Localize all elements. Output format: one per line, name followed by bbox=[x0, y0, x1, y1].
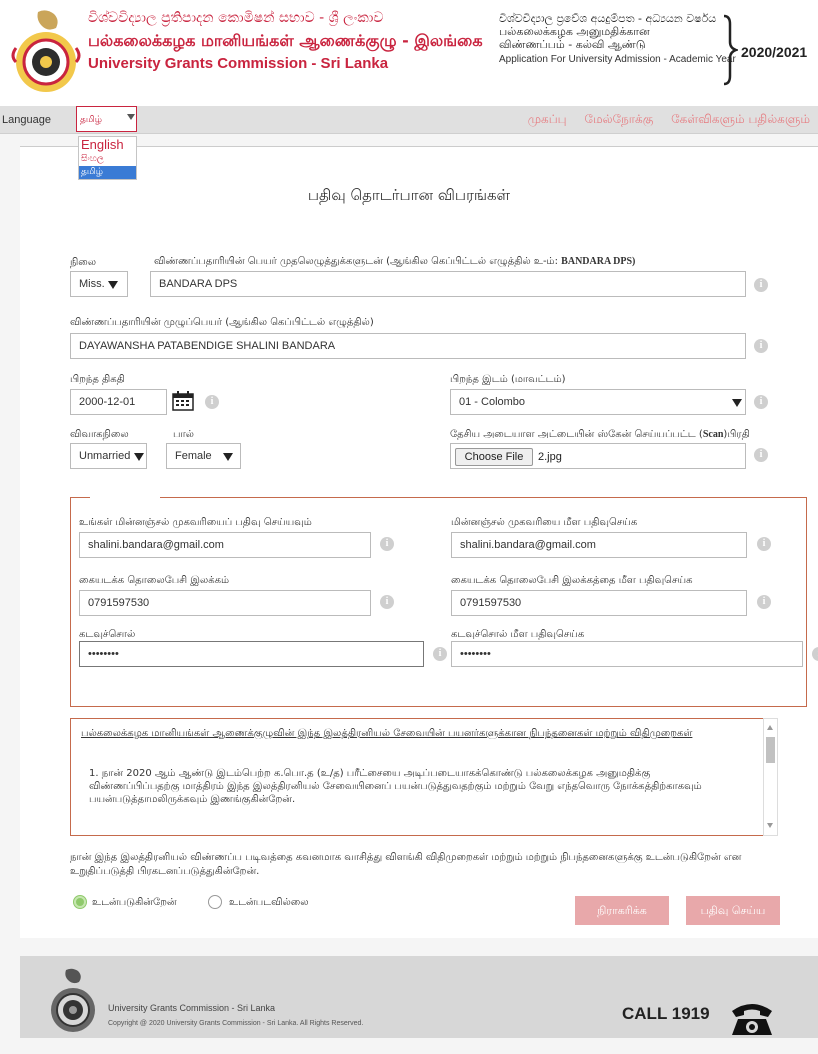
scroll-thumb[interactable] bbox=[766, 737, 775, 763]
language-label: Language bbox=[2, 114, 51, 126]
terms-scrollbar[interactable] bbox=[763, 718, 778, 836]
email-label: உங்கள் மின்னஞ்சல் முகவரியைப் பதிவு செய்ய… bbox=[79, 517, 312, 528]
application-title-sinhala: විශ්වවිද්‍යාල ප්‍රවේශ අයදුම්පත - අධ්‍යයන… bbox=[499, 12, 717, 25]
page-title: பதிவு தொடர்பான விபரங்கள் bbox=[307, 186, 511, 204]
dropdown-arrow-icon bbox=[108, 281, 118, 289]
header-title-sinhala: විශ්වවිද්‍යාල ප්‍රතිපාදන කොමිෂන් සභාව - … bbox=[88, 10, 384, 26]
language-option-sinhala[interactable]: සිංහල bbox=[79, 153, 136, 166]
info-icon[interactable]: i bbox=[757, 537, 771, 551]
mobile-input[interactable]: 0791597530 bbox=[79, 590, 371, 616]
info-icon[interactable]: i bbox=[754, 395, 768, 409]
info-icon[interactable]: i bbox=[205, 395, 219, 409]
info-icon[interactable]: i bbox=[754, 448, 768, 462]
application-title-block: විශ්වවිද්‍යාල ප්‍රවේශ අයදුම්පත - අධ්‍යයන… bbox=[499, 12, 736, 66]
brace-divider bbox=[723, 14, 738, 86]
choose-file-button[interactable]: Choose File bbox=[455, 448, 533, 466]
gender-select-value: Female bbox=[175, 450, 212, 462]
nic-scan-label: தேசிய அடையாள அட்டையின் ஸ்கேன் செய்யப்பட்… bbox=[450, 429, 750, 440]
dropdown-arrow-icon bbox=[223, 453, 233, 461]
dropdown-arrow-icon bbox=[732, 399, 742, 407]
chosen-file-name: 2.jpg bbox=[538, 451, 562, 463]
info-icon[interactable]: i bbox=[380, 595, 394, 609]
nav-link-home[interactable]: முகப்பு bbox=[528, 112, 567, 126]
calendar-icon[interactable] bbox=[172, 391, 194, 411]
dob-input[interactable]: 2000-12-01 bbox=[70, 389, 167, 415]
marital-select-value: Unmarried bbox=[79, 450, 131, 462]
application-title-tamil-1: பல்கலைக்கழக அனுமதிக்கான bbox=[499, 25, 650, 38]
fullname-input[interactable]: DAYAWANSHA PATABENDIGE SHALINI BANDARA bbox=[70, 333, 746, 359]
terms-heading: பல்கலைக்கழக மானியங்கள் ஆணைக்குழுவின் இந்… bbox=[81, 728, 693, 739]
name-initials-label: விண்ணப்பதாரியின் பெயர் முதலெழுத்துக்களுட… bbox=[154, 256, 636, 267]
terms-box[interactable]: பல்கலைக்கழக மானியங்கள் ஆணைக்குழுவின் இந்… bbox=[70, 718, 777, 836]
email-confirm-label: மின்னஞ்சல் முகவரியை மீள பதிவுசெய்க bbox=[451, 517, 638, 528]
dropdown-arrow-icon bbox=[134, 453, 144, 461]
info-icon[interactable]: i bbox=[433, 647, 447, 661]
header-title-tamil: பல்கலைக்கழக மானியங்கள் ஆணைக்குழு - இலங்க… bbox=[88, 31, 483, 50]
ugc-logo bbox=[51, 968, 95, 1032]
scroll-down-icon[interactable] bbox=[767, 823, 773, 828]
language-select[interactable]: தமிழ் bbox=[76, 106, 137, 132]
birthplace-label: பிறந்த இடம் (மாவட்டம்) bbox=[450, 374, 566, 385]
info-icon[interactable]: i bbox=[380, 537, 394, 551]
mobile-confirm-input[interactable]: 0791597530 bbox=[451, 590, 747, 616]
agree-label: உடன்படுகின்றேன் bbox=[92, 897, 177, 908]
footer-copyright: Copyright @ 2020 University Grants Commi… bbox=[108, 1020, 364, 1027]
academic-year: 2020/2021 bbox=[741, 44, 808, 60]
language-option-tamil[interactable]: தமிழ் bbox=[79, 166, 136, 179]
nav-links: முகப்பு மேல்நோக்கு கேள்விகளும் பதில்களும… bbox=[514, 112, 810, 128]
nav-link-overview[interactable]: மேல்நோக்கு bbox=[584, 112, 653, 126]
info-icon[interactable]: i bbox=[757, 595, 771, 609]
application-title-tamil-2: விண்ணப்பம் - கல்வி ஆண்டு bbox=[499, 38, 646, 51]
email-confirm-input[interactable]: shalini.bandara@gmail.com bbox=[451, 532, 747, 558]
ugc-logo bbox=[11, 10, 81, 92]
password-input[interactable]: •••••••• bbox=[79, 641, 424, 667]
disagree-label: உடன்படவில்லை bbox=[229, 897, 309, 908]
dropdown-arrow-icon bbox=[127, 114, 135, 120]
birthplace-select[interactable]: 01 - Colombo bbox=[450, 389, 746, 415]
disagree-radio[interactable] bbox=[208, 895, 222, 909]
info-icon[interactable]: i bbox=[754, 278, 768, 292]
password-confirm-input[interactable]: •••••••• bbox=[451, 641, 803, 667]
terms-item-1: 1. நான் 2020 ஆம் ஆண்டு இடம்பெற்ற க.பொ.த … bbox=[89, 768, 702, 805]
mobile-label: கையடக்க தொலைபேசி இலக்கம் bbox=[79, 575, 230, 586]
language-selected-value: தமிழ் bbox=[80, 115, 102, 125]
birthplace-select-value: 01 - Colombo bbox=[459, 396, 526, 408]
marital-label: விவாகநிலை bbox=[70, 429, 129, 440]
password-confirm-label: கடவுச்சொல் மீள பதிவுசெய்க bbox=[451, 629, 585, 640]
nav-link-faq[interactable]: கேள்விகளும் பதில்களும் bbox=[671, 112, 810, 126]
email-input[interactable]: shalini.bandara@gmail.com bbox=[79, 532, 371, 558]
info-icon[interactable]: i bbox=[754, 339, 768, 353]
dob-label: பிறந்த திகதி bbox=[70, 374, 125, 385]
fieldset-legend-gap bbox=[90, 494, 160, 500]
mobile-confirm-label: கையடக்க தொலைபேசி இலக்கத்தை மீள பதிவுசெய்… bbox=[451, 575, 693, 586]
name-initials-input[interactable]: BANDARA DPS bbox=[150, 271, 746, 297]
gender-label: பால் bbox=[173, 429, 194, 440]
title-label: நிலை bbox=[70, 257, 97, 268]
fullname-label: விண்ணப்பதாரியின் முழுப்பெயர் (ஆங்கில கெப… bbox=[70, 317, 374, 328]
agree-radio[interactable] bbox=[73, 895, 87, 909]
submit-button[interactable]: பதிவு செய்ய bbox=[686, 896, 780, 925]
header-title-english: University Grants Commission - Sri Lanka bbox=[88, 55, 389, 72]
footer-org-name: University Grants Commission - Sri Lanka bbox=[108, 1003, 276, 1013]
reject-button[interactable]: நிராகரிக்க bbox=[575, 896, 669, 925]
declaration-text: நான் இந்த இலத்திரனியல் விண்ணப்ப படிவத்தை… bbox=[70, 852, 742, 877]
language-option-english[interactable]: English bbox=[79, 137, 136, 153]
title-select[interactable]: Miss. bbox=[70, 271, 128, 297]
footer-call-number: CALL 1919 bbox=[622, 1004, 710, 1023]
application-title-english: Application For University Admission - A… bbox=[499, 54, 736, 65]
language-dropdown[interactable]: English සිංහල தமிழ் bbox=[78, 136, 137, 180]
password-label: கடவுச்சொல் bbox=[79, 629, 136, 640]
title-select-value: Miss. bbox=[79, 278, 105, 290]
phone-icon bbox=[732, 1004, 772, 1035]
scroll-up-icon[interactable] bbox=[767, 725, 773, 730]
